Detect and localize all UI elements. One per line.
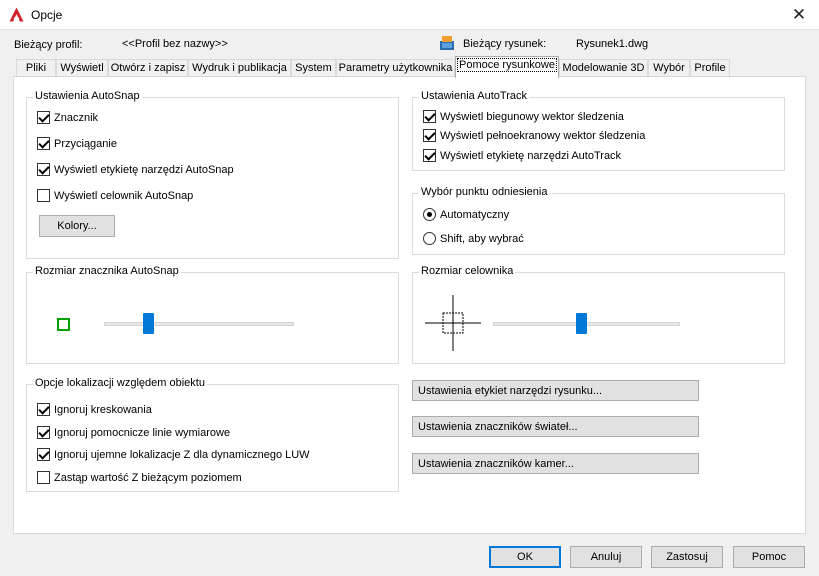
- marker-size-title: Rozmiar znacznika AutoSnap: [33, 265, 181, 277]
- autosnap-aperture-label: Wyświetl celownik AutoSnap: [54, 189, 194, 202]
- tab-panel-pomoce-rysunkowe: Ustawienia AutoSnap Znacznik Przyciągani…: [13, 76, 806, 534]
- colors-button[interactable]: Kolory...: [39, 215, 115, 237]
- close-icon[interactable]: ✕: [779, 0, 819, 30]
- tab-wybor[interactable]: Wybór: [648, 59, 690, 77]
- ignore-dimension-extension-label: Ignoruj pomocnicze linie wymiarowe: [54, 426, 231, 439]
- tab-wyswietl[interactable]: Wyświetl: [56, 59, 108, 77]
- checkbox-box: [37, 189, 50, 202]
- drawing-label: Bieżący rysunek:: [463, 38, 547, 50]
- autotrack-settings-title: Ustawienia AutoTrack: [419, 90, 529, 102]
- ignore-negative-z-label: Ignoruj ujemne lokalizacje Z dla dynamic…: [54, 448, 310, 461]
- tab-profile[interactable]: Profile: [690, 59, 730, 77]
- title-bar: Opcje ✕: [0, 0, 819, 30]
- autosnap-tooltip-label: Wyświetl etykietę narzędzi AutoSnap: [54, 163, 234, 176]
- ignore-negative-z-checkbox[interactable]: Ignoruj ujemne lokalizacje Z dla dynamic…: [37, 448, 310, 461]
- camera-glyph-settings-button[interactable]: Ustawienia znaczników kamer...: [412, 453, 699, 474]
- ok-button[interactable]: OK: [489, 546, 561, 568]
- apply-button[interactable]: Zastosuj: [651, 546, 723, 568]
- aperture-size-slider-thumb[interactable]: [575, 313, 587, 334]
- ignore-hatch-label: Ignoruj kreskowania: [54, 403, 152, 416]
- marker-size-slider-track[interactable]: [104, 322, 294, 326]
- tab-pliki[interactable]: Pliki: [16, 59, 56, 77]
- automatic-label: Automatyczny: [440, 208, 510, 221]
- automatic-radio[interactable]: Automatyczny: [423, 208, 509, 221]
- magnet-checkbox[interactable]: Przyciąganie: [37, 137, 117, 150]
- tab-parametry-uzytkownika[interactable]: Parametry użytkownika: [336, 59, 455, 77]
- autosnap-tooltip-checkbox[interactable]: Wyświetl etykietę narzędzi AutoSnap: [37, 163, 234, 176]
- window-title: Opcje: [31, 8, 63, 22]
- checkbox-box: [37, 111, 50, 124]
- profile-label: Bieżący profil:: [14, 39, 83, 51]
- autosnap-settings-group: Ustawienia AutoSnap Znacznik Przyciągani…: [26, 90, 399, 259]
- object-snap-options-group: Opcje lokalizacji względem obiektu Ignor…: [26, 377, 399, 492]
- shift-to-acquire-radio[interactable]: Shift, aby wybrać: [423, 232, 524, 245]
- tab-otworz-i-zapisz[interactable]: Otwórz i zapisz: [108, 59, 188, 77]
- marker-preview: [57, 318, 70, 331]
- fullscreen-tracking-label: Wyświetl pełnoekranowy wektor śledzenia: [440, 129, 646, 142]
- autotrack-settings-group: Ustawienia AutoTrack Wyświetl biegunowy …: [412, 90, 785, 171]
- tab-wydruk-i-publikacja[interactable]: Wydruk i publikacja: [188, 59, 291, 77]
- aperture-size-title: Rozmiar celownika: [419, 265, 516, 277]
- marker-checkbox[interactable]: Znacznik: [37, 111, 98, 124]
- magnet-label: Przyciąganie: [54, 137, 117, 150]
- tab-system[interactable]: System: [291, 59, 336, 77]
- aperture-preview-icon: [425, 295, 481, 351]
- ignore-hatch-checkbox[interactable]: Ignoruj kreskowania: [37, 403, 152, 416]
- replace-z-checkbox[interactable]: Zastąp wartość Z bieżącym poziomem: [37, 471, 242, 484]
- autotrack-tooltip-label: Wyświetl etykietę narzędzi AutoTrack: [440, 149, 622, 162]
- fullscreen-tracking-checkbox[interactable]: Wyświetl pełnoekranowy wektor śledzenia: [423, 129, 645, 142]
- autosnap-aperture-checkbox[interactable]: Wyświetl celownik AutoSnap: [37, 189, 193, 202]
- shift-to-acquire-label: Shift, aby wybrać: [440, 232, 524, 245]
- autocad-logo-icon: [9, 7, 24, 22]
- checkbox-box: [37, 403, 50, 416]
- polar-tracking-checkbox[interactable]: Wyświetl biegunowy wektor śledzenia: [423, 110, 624, 123]
- replace-z-label: Zastąp wartość Z bieżącym poziomem: [54, 471, 242, 484]
- marker-size-slider-thumb[interactable]: [143, 313, 155, 334]
- help-button[interactable]: Pomoc: [733, 546, 805, 568]
- radio-button: [423, 232, 436, 245]
- object-snap-options-title: Opcje lokalizacji względem obiektu: [33, 377, 207, 389]
- marker-size-group: Rozmiar znacznika AutoSnap: [26, 265, 399, 364]
- refpoint-title: Wybór punktu odniesienia: [419, 186, 550, 198]
- radio-button: [423, 208, 436, 221]
- refpoint-group: Wybór punktu odniesienia Automatyczny Sh…: [412, 186, 785, 255]
- lights-glyph-settings-button[interactable]: Ustawienia znaczników świateł...: [412, 416, 699, 437]
- checkbox-box: [37, 448, 50, 461]
- autosnap-settings-title: Ustawienia AutoSnap: [33, 90, 142, 102]
- checkbox-box: [37, 137, 50, 150]
- autotrack-tooltip-checkbox[interactable]: Wyświetl etykietę narzędzi AutoTrack: [423, 149, 621, 162]
- marker-label: Znacznik: [54, 111, 99, 124]
- checkbox-box: [37, 163, 50, 176]
- tooltip-settings-button[interactable]: Ustawienia etykiet narzędzi rysunku...: [412, 380, 699, 401]
- profile-value: <<Profil bez nazwy>>: [122, 38, 228, 50]
- checkbox-box: [37, 471, 50, 484]
- tab-modelowanie-3d[interactable]: Modelowanie 3D: [559, 59, 648, 77]
- drawing-file-icon: [440, 36, 454, 50]
- cancel-button[interactable]: Anuluj: [570, 546, 642, 568]
- drawing-value: Rysunek1.dwg: [576, 38, 649, 50]
- checkbox-box: [37, 426, 50, 439]
- aperture-size-group: Rozmiar celownika: [412, 265, 785, 364]
- polar-tracking-label: Wyświetl biegunowy wektor śledzenia: [440, 110, 624, 123]
- ignore-dimension-extension-checkbox[interactable]: Ignoruj pomocnicze linie wymiarowe: [37, 426, 230, 439]
- checkbox-box: [423, 110, 436, 123]
- checkbox-box: [423, 149, 436, 162]
- tab-pomoce-rysunkowe[interactable]: Pomoce rysunkowe: [455, 56, 559, 78]
- checkbox-box: [423, 129, 436, 142]
